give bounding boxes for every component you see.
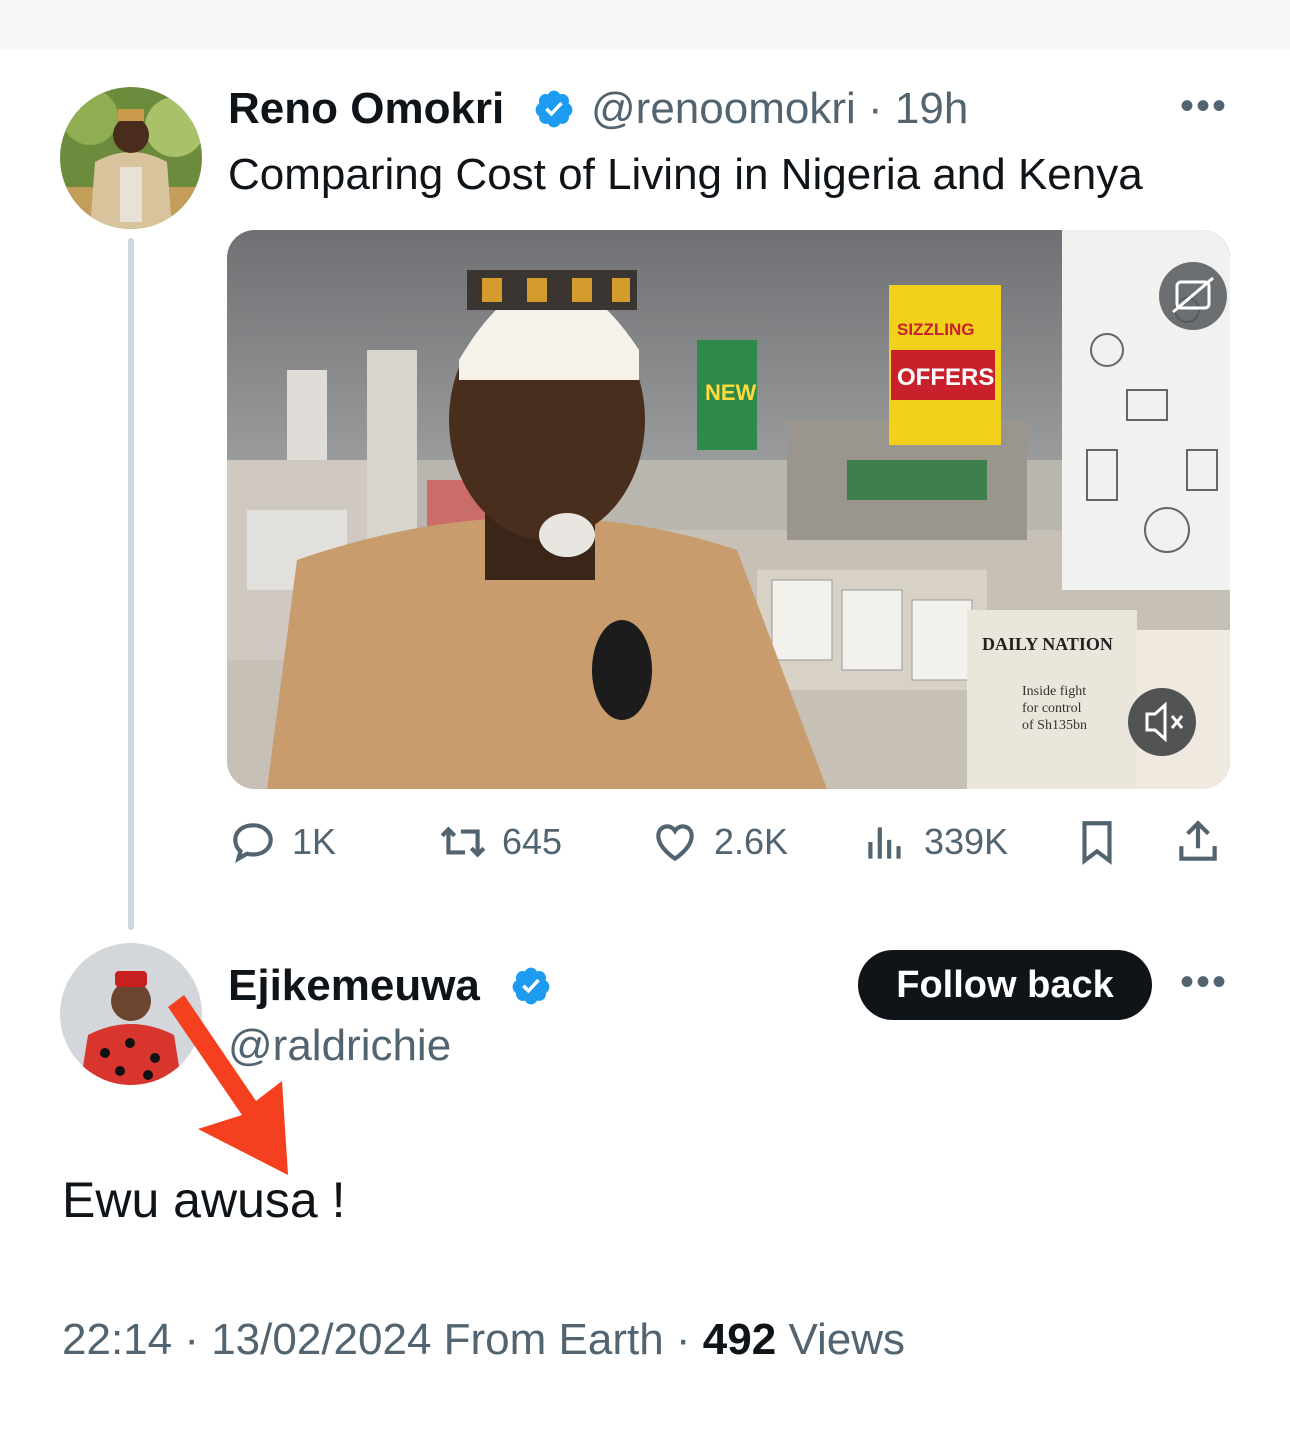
- verified-badge-icon: [535, 90, 573, 128]
- reply-metadata: 22:14 · 13/02/2024 From Earth · 492 View…: [62, 1312, 905, 1368]
- share-button[interactable]: [1173, 812, 1237, 872]
- reply-icon: [233, 823, 273, 864]
- bookmark-icon: [1082, 821, 1112, 865]
- like-button[interactable]: 2.6K: [650, 812, 788, 872]
- views-button[interactable]: 339K: [860, 812, 1008, 872]
- new-sign-text: NEW: [705, 380, 757, 405]
- reply-views-label: Views: [776, 1315, 906, 1364]
- newspaper-masthead: DAILY NATION: [982, 634, 1113, 654]
- retweet-icon: [440, 826, 486, 858]
- tweet-video[interactable]: NEW SIZZLING OFFERS DAILY NATION Inside …: [227, 230, 1230, 789]
- heart-icon: [656, 824, 694, 862]
- reply-button[interactable]: 1K: [228, 812, 336, 872]
- bookmark-button[interactable]: [1072, 812, 1136, 872]
- follow-back-button[interactable]: Follow back: [858, 950, 1152, 1020]
- author-avatar[interactable]: [60, 87, 202, 229]
- thread-line: [128, 238, 134, 930]
- annotation-arrow-icon: [168, 995, 288, 1175]
- more-options-icon[interactable]: •••: [1180, 86, 1228, 126]
- share-icon: [1179, 820, 1217, 861]
- views-count: 339K: [924, 821, 1009, 862]
- author-name[interactable]: Reno Omokri: [228, 84, 504, 134]
- reply-count: 1K: [292, 821, 337, 862]
- top-bar: [0, 0, 1290, 50]
- closed-caption-icon[interactable]: [1159, 262, 1227, 330]
- reply-views-count: 492: [702, 1315, 777, 1364]
- reply-text: Ewu awusa !: [62, 1172, 346, 1228]
- reply-verified-badge-icon: [512, 967, 550, 1005]
- retweet-button[interactable]: 645: [438, 812, 562, 872]
- reply-timestamp[interactable]: 22:14 · 13/02/2024 From Earth ·: [62, 1315, 703, 1364]
- offers-text: OFFERS: [897, 364, 994, 391]
- author-handle[interactable]: @renoomokri · 19h: [591, 84, 968, 134]
- tweet-time[interactable]: 19h: [895, 84, 968, 133]
- analytics-icon: [868, 827, 901, 859]
- newspaper-headline-2: for control: [1022, 701, 1082, 716]
- tweet-text: Comparing Cost of Living in Nigeria and …: [228, 150, 1143, 199]
- newspaper-headline-3: of Sh135bn: [1022, 718, 1087, 733]
- sizzling-text: SIZZLING: [897, 320, 974, 339]
- retweet-count: 645: [502, 821, 563, 862]
- reply-more-options-icon[interactable]: •••: [1180, 962, 1228, 1002]
- like-count: 2.6K: [714, 821, 789, 862]
- author-handle-text: @renoomokri: [591, 84, 856, 133]
- separator: ·: [868, 84, 883, 133]
- tweet-action-bar: 1K 645 2.6K 339K: [228, 812, 1230, 872]
- mute-icon[interactable]: [1128, 688, 1196, 756]
- newspaper-headline-1: Inside fight: [1022, 684, 1086, 699]
